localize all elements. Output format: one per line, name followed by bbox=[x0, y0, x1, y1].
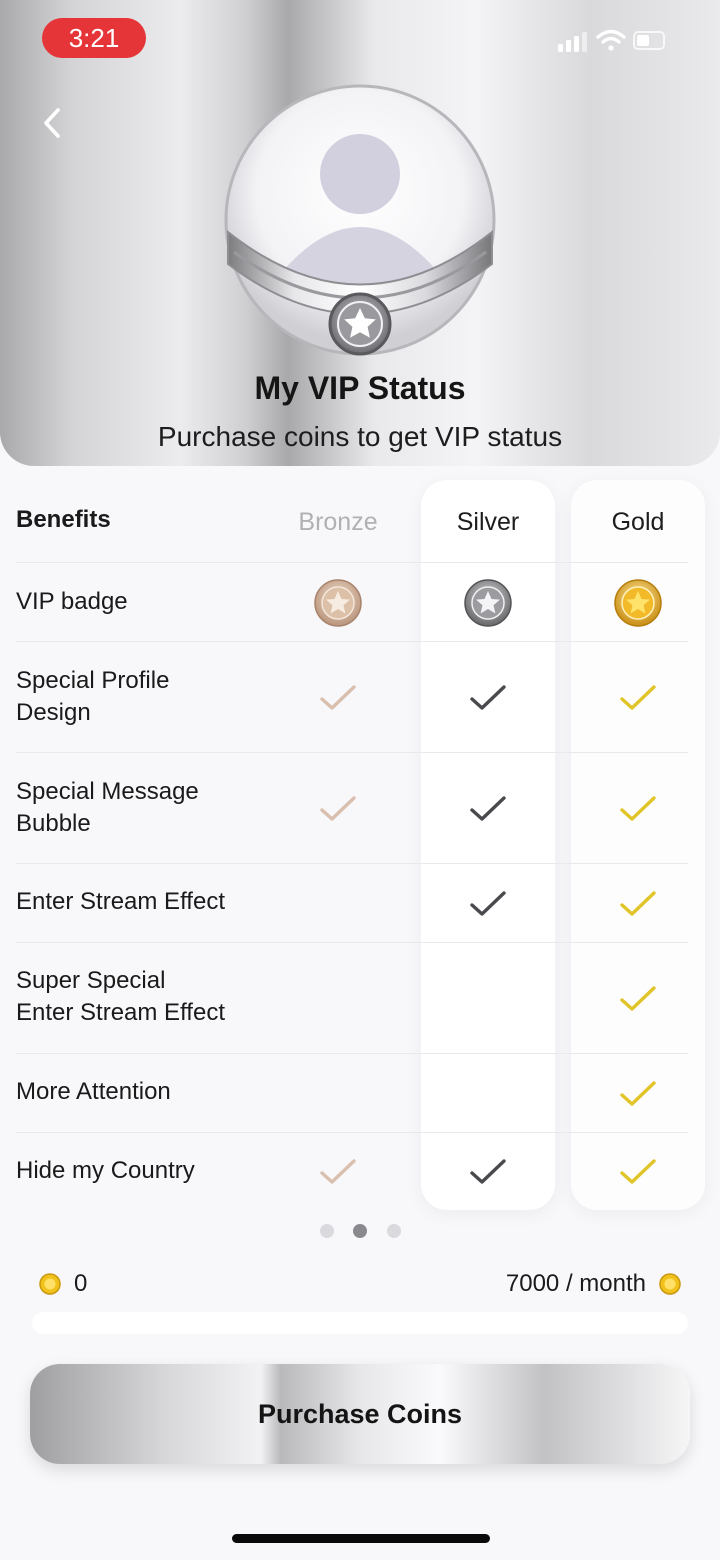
status-icons bbox=[558, 29, 665, 52]
benefit-label-line: Enter Stream Effect bbox=[16, 999, 225, 1026]
benefit-label-line: Design bbox=[16, 699, 91, 726]
checkmark-icon bbox=[620, 1080, 656, 1106]
gold-check-cell bbox=[593, 753, 683, 864]
purchase-coins-label: Purchase Coins bbox=[257, 1398, 463, 1429]
benefits-header-row: Benefits Bronze Silver Gold bbox=[16, 482, 688, 563]
wifi-icon bbox=[596, 29, 626, 51]
gold-check-cell bbox=[593, 1133, 683, 1210]
coin-icon bbox=[39, 1273, 61, 1295]
gold-check-cell bbox=[593, 642, 683, 753]
bronze-check-cell bbox=[293, 1133, 383, 1210]
tier-bronze-label: Bronze bbox=[298, 507, 378, 536]
benefit-label-line: Bubble bbox=[16, 810, 91, 837]
bronze-star-badge-icon bbox=[314, 578, 362, 627]
coin-progress-bar bbox=[32, 1312, 688, 1334]
benefit-row-enter-stream-effect: Enter Stream Effect bbox=[16, 864, 688, 943]
checkmark-icon bbox=[620, 985, 656, 1011]
battery-icon bbox=[633, 31, 665, 50]
page-subtitle: Purchase coins to get VIP status bbox=[157, 421, 563, 452]
coin-target: 7000 / month bbox=[505, 1270, 646, 1297]
benefit-row-special-message-bubble: Special Message Bubble bbox=[16, 753, 688, 864]
silver-check-cell bbox=[443, 642, 533, 753]
back-chevron-icon[interactable] bbox=[30, 100, 76, 146]
benefit-label: Special Profile Design bbox=[16, 665, 169, 729]
page-dot-1[interactable] bbox=[320, 1224, 334, 1238]
gold-badge-cell bbox=[593, 563, 683, 642]
gold-check-cell bbox=[593, 864, 683, 943]
benefit-row-more-attention: More Attention bbox=[16, 1054, 688, 1133]
checkmark-icon bbox=[470, 795, 506, 821]
benefit-label: Super Special Enter Stream Effect bbox=[16, 965, 225, 1029]
coin-icon bbox=[659, 1273, 681, 1295]
current-coins: 0 bbox=[74, 1270, 88, 1297]
bronze-check-cell bbox=[293, 753, 383, 864]
checkmark-icon bbox=[470, 684, 506, 710]
vip-avatar-frame bbox=[224, 84, 496, 356]
bronze-check-cell bbox=[293, 642, 383, 753]
page-dot-2-active[interactable] bbox=[353, 1224, 367, 1238]
benefits-heading: Benefits bbox=[16, 506, 111, 533]
benefit-label: Special Message Bubble bbox=[16, 776, 199, 840]
checkmark-icon bbox=[320, 1158, 356, 1184]
benefit-row-vip-badge: VIP badge bbox=[16, 563, 688, 642]
checkmark-icon bbox=[320, 795, 356, 821]
silver-check-cell bbox=[443, 864, 533, 943]
vip-header: 3:21 My VIP Status Purchase coins to get… bbox=[0, 0, 720, 466]
checkmark-icon bbox=[620, 684, 656, 710]
benefit-label: Hide my Country bbox=[16, 1157, 195, 1184]
coin-progress-labels: 0 7000 / month bbox=[0, 1266, 720, 1302]
gold-star-badge-icon bbox=[614, 578, 662, 627]
benefit-row-hide-my-country: Hide my Country bbox=[16, 1133, 688, 1210]
checkmark-icon bbox=[320, 684, 356, 710]
silver-badge-cell bbox=[443, 563, 533, 642]
checkmark-icon bbox=[470, 890, 506, 916]
benefit-row-special-profile-design: Special Profile Design bbox=[16, 642, 688, 753]
benefit-label: Enter Stream Effect bbox=[16, 888, 225, 915]
bronze-badge-cell bbox=[293, 563, 383, 642]
checkmark-icon bbox=[620, 795, 656, 821]
tier-silver-label: Silver bbox=[456, 507, 520, 536]
page-indicator[interactable] bbox=[318, 1222, 408, 1240]
benefit-label-line: Super Special bbox=[16, 967, 166, 994]
benefit-label-line: Special Message bbox=[16, 778, 199, 805]
gold-check-cell bbox=[593, 1054, 683, 1133]
page-title: My VIP Status bbox=[254, 370, 466, 406]
silver-star-badge-icon bbox=[464, 578, 512, 627]
silver-check-cell bbox=[443, 753, 533, 864]
benefit-label: More Attention bbox=[16, 1078, 171, 1105]
benefit-row-super-special-enter-stream-effect: Super Special Enter Stream Effect bbox=[16, 943, 688, 1054]
silver-check-cell bbox=[443, 1133, 533, 1210]
cellular-signal-icon bbox=[558, 32, 587, 52]
gold-check-cell bbox=[593, 943, 683, 1054]
checkmark-icon bbox=[620, 890, 656, 916]
default-avatar-icon bbox=[320, 134, 400, 214]
benefit-label: VIP badge bbox=[16, 588, 128, 615]
checkmark-icon bbox=[620, 1158, 656, 1184]
benefit-label-line: Special Profile bbox=[16, 667, 170, 694]
status-time: 3:21 bbox=[42, 18, 146, 58]
home-indicator[interactable] bbox=[232, 1534, 490, 1543]
purchase-coins-button[interactable]: Purchase Coins bbox=[30, 1364, 690, 1464]
tier-gold-label: Gold bbox=[611, 507, 665, 536]
checkmark-icon bbox=[470, 1158, 506, 1184]
page-dot-3[interactable] bbox=[387, 1224, 401, 1238]
